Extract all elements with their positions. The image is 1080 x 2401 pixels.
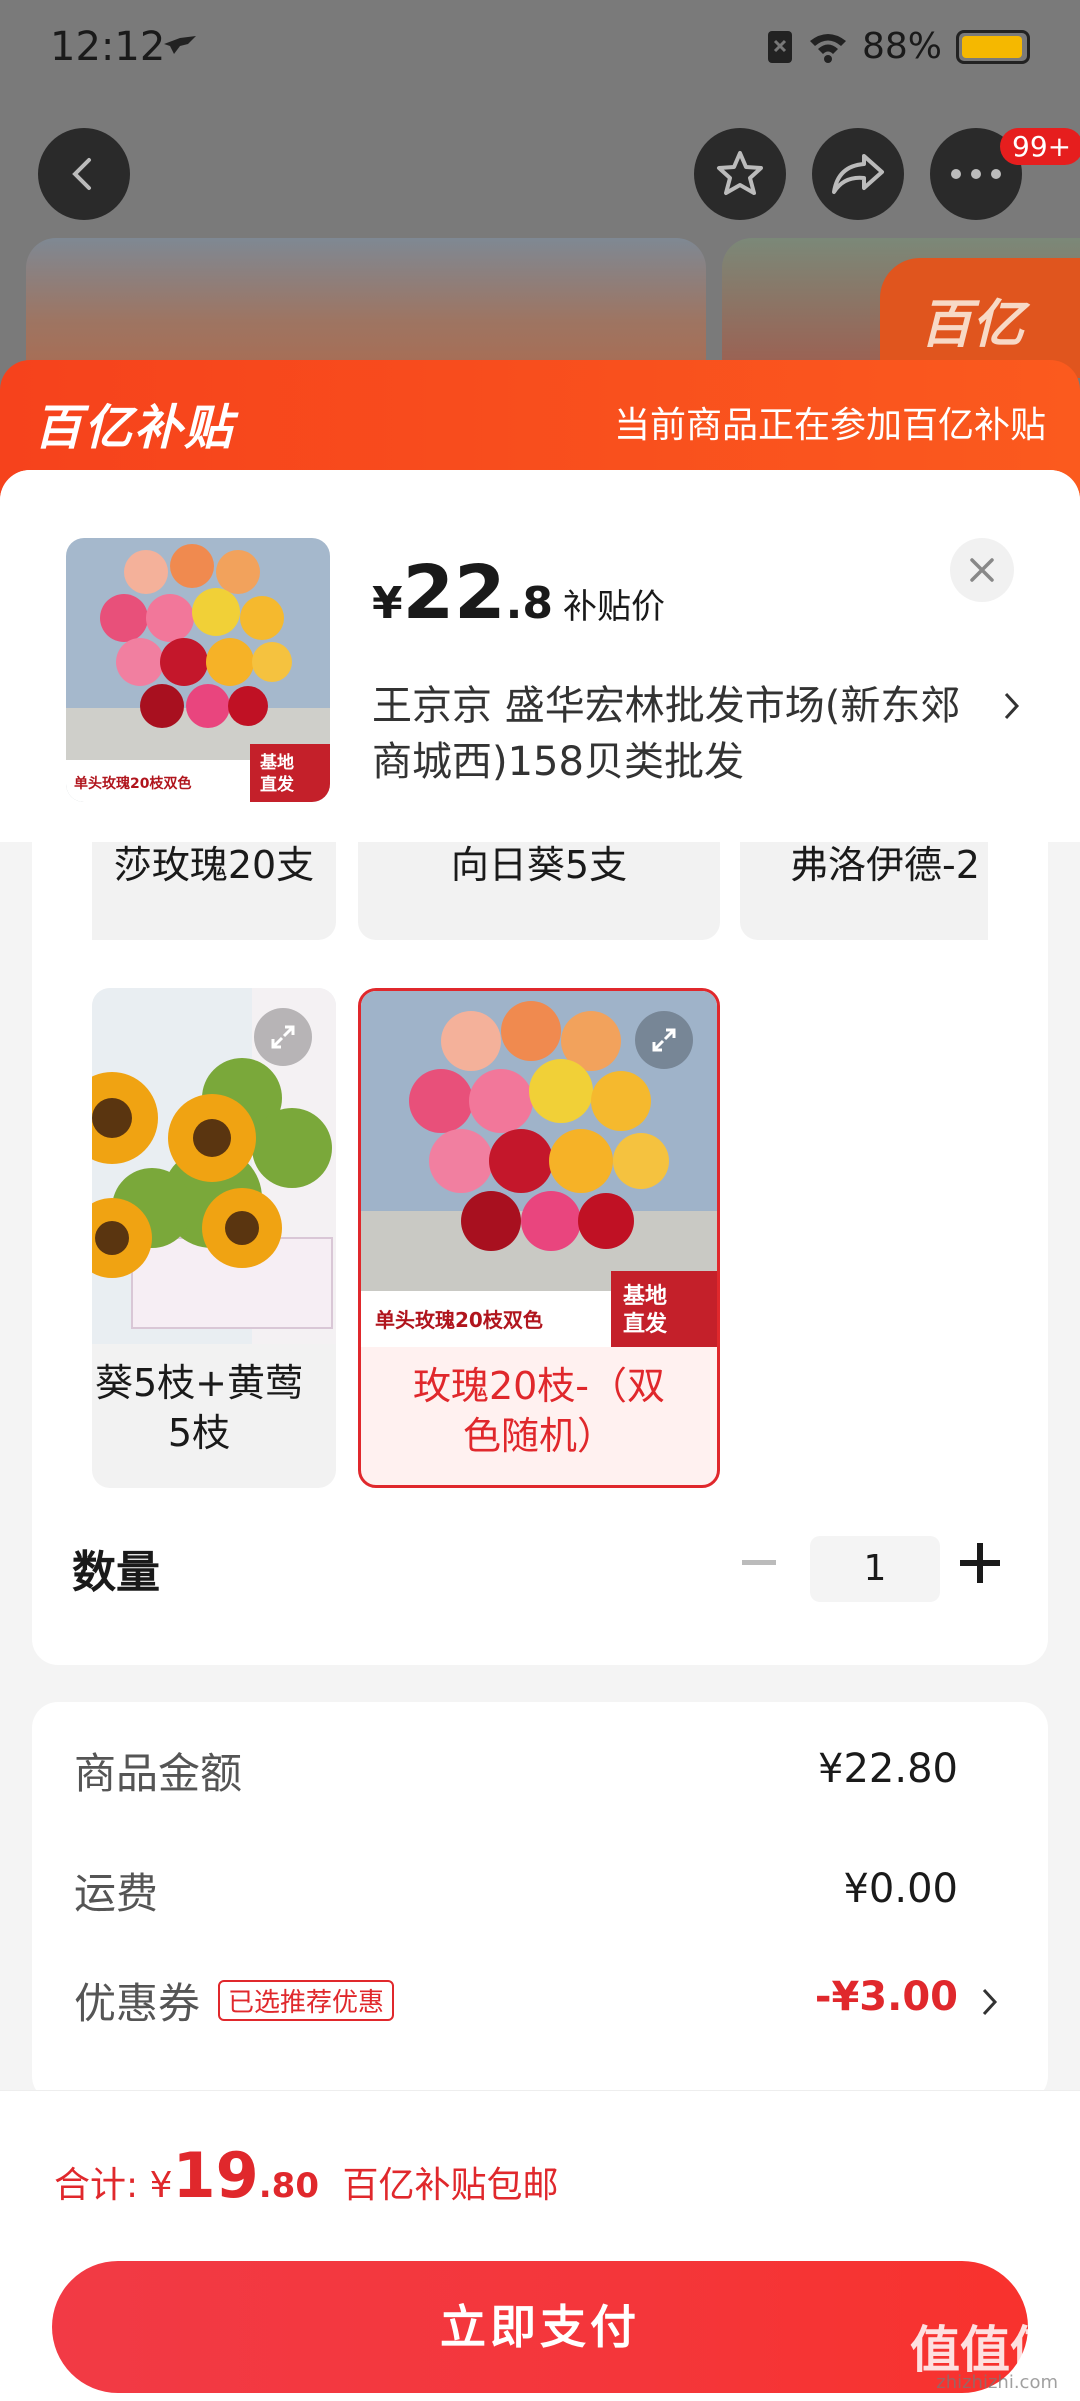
option-sunflower-5[interactable]: 向日葵5支 bbox=[358, 840, 720, 940]
status-bar: 12:12 88% bbox=[0, 0, 1080, 100]
coupon-value[interactable]: -¥3.00 bbox=[815, 1974, 958, 2020]
subsidy-logo: 百亿补贴 bbox=[34, 400, 235, 456]
price-label: 补贴价 bbox=[562, 587, 665, 627]
svg-text:直发: 直发 bbox=[623, 1311, 668, 1337]
coupon-row[interactable]: 优惠券 已选推荐优惠 bbox=[74, 1970, 395, 2031]
thumb-caption: 单头玫瑰20枝双色 bbox=[74, 775, 191, 792]
svg-text:基地: 基地 bbox=[623, 1284, 667, 1309]
chevron-left-icon bbox=[72, 158, 91, 190]
total-decimal: .80 bbox=[258, 2166, 319, 2206]
total-suffix: 百亿补贴包邮 bbox=[342, 2165, 559, 2206]
product-thumbnail: 单头玫瑰20枝双色 基地 直发 bbox=[66, 538, 330, 802]
watermark-url: zhizhizhi.com bbox=[936, 2372, 1058, 2393]
quantity-label: 数量 bbox=[72, 1547, 160, 1598]
coupon-label: 优惠券 bbox=[74, 1979, 201, 2028]
coupon-tag: 已选推荐优惠 bbox=[218, 1980, 395, 2021]
option-rose-20-selected[interactable]: 单头玫瑰20枝双色 基地 直发 玫瑰20枝-（双色随机） bbox=[358, 988, 720, 1488]
status-right: 88% bbox=[766, 26, 1030, 67]
back-button[interactable] bbox=[38, 128, 130, 220]
product-header: 单头玫瑰20枝双色 基地 直发 ¥22.8 补贴价 王京京 盛华宏林批发市场(新东… bbox=[0, 470, 1080, 842]
minus-icon bbox=[742, 1560, 776, 1565]
background-product-image bbox=[26, 238, 706, 378]
chevron-right-icon[interactable] bbox=[1002, 690, 1022, 722]
shipping-value: ¥0.00 bbox=[843, 1866, 958, 1912]
price-integer: 22 bbox=[402, 550, 506, 636]
quantity-decrease-button[interactable] bbox=[742, 1532, 776, 1603]
share-icon bbox=[832, 154, 884, 194]
pay-now-button[interactable]: 立即支付 bbox=[52, 2261, 1028, 2393]
star-icon bbox=[717, 151, 763, 195]
shipping-label: 运费 bbox=[74, 1869, 159, 1918]
option-label: 弗洛伊德-2 bbox=[790, 843, 980, 887]
svg-text:直发: 直发 bbox=[260, 774, 295, 795]
option-label: 玫瑰20枝-（双色随机） bbox=[412, 1364, 666, 1458]
battery-icon bbox=[956, 29, 1030, 64]
total-integer: 19 bbox=[172, 2139, 259, 2212]
wifi-icon bbox=[809, 33, 846, 63]
option-label: 莎玫瑰20支 bbox=[113, 843, 315, 887]
chevron-right-icon[interactable] bbox=[980, 1986, 1000, 2018]
quantity-increase-button[interactable] bbox=[960, 1522, 1000, 1616]
option-floyd[interactable]: 弗洛伊德-2 bbox=[740, 840, 988, 940]
app-notification-icon bbox=[164, 36, 196, 54]
price-currency: ¥ bbox=[372, 578, 403, 629]
status-time: 12:12 bbox=[50, 24, 166, 70]
subsidy-price: ¥22.8 补贴价 bbox=[372, 550, 665, 636]
shop-name[interactable]: 王京京 盛华宏林批发市场(新东郊商城西)158贝类批发 bbox=[372, 678, 972, 790]
share-button[interactable] bbox=[812, 128, 904, 220]
option-sunflower-combo[interactable]: 葵5枝+黄莺5枝 bbox=[92, 988, 336, 1488]
goods-amount-label: 商品金额 bbox=[74, 1749, 243, 1798]
svg-text:基地: 基地 bbox=[259, 752, 294, 773]
quantity-input[interactable]: 1 bbox=[810, 1536, 940, 1602]
close-button[interactable] bbox=[950, 538, 1014, 602]
option-label: 葵5枝+黄莺5枝 bbox=[94, 1361, 304, 1455]
subsidy-banner-text: 当前商品正在参加百亿补贴 bbox=[613, 405, 1046, 446]
option-rose-20[interactable]: 莎玫瑰20支 bbox=[92, 840, 336, 940]
total-prefix: 合计: ¥ bbox=[54, 2165, 173, 2206]
price-summary-card: 商品金额 ¥22.80 运费 ¥0.00 优惠券 已选推荐优惠 -¥3.00 bbox=[32, 1702, 1048, 2102]
expand-icon[interactable] bbox=[635, 1011, 693, 1069]
battery-percent: 88% bbox=[861, 26, 942, 67]
total-amount: 合计: ¥19.80 百亿补贴包邮 bbox=[54, 2139, 558, 2212]
notification-badge: 99+ bbox=[1000, 128, 1080, 165]
close-icon bbox=[970, 558, 994, 582]
option-label: 向日葵5支 bbox=[450, 843, 628, 887]
plus-icon bbox=[960, 1543, 1000, 1583]
expand-icon[interactable] bbox=[254, 1008, 312, 1066]
purchase-sheet: 莎玫瑰20支 向日葵5支 弗洛伊德-2 葵5枝+黄莺5枝 单头玫瑰20枝双色 基… bbox=[0, 470, 1080, 2401]
favorite-button[interactable] bbox=[694, 128, 786, 220]
goods-amount-value: ¥22.80 bbox=[818, 1746, 958, 1792]
price-decimal: .8 bbox=[505, 578, 553, 629]
sim-icon bbox=[767, 30, 792, 63]
more-dots-icon bbox=[951, 169, 1001, 179]
image-caption: 单头玫瑰20枝双色 bbox=[375, 1308, 543, 1332]
